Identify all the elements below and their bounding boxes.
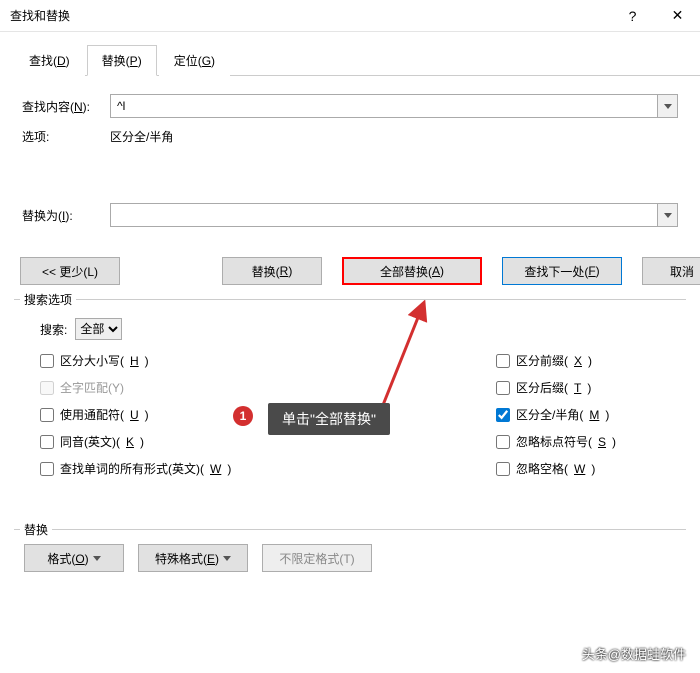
check-match-case[interactable]: 区分大小写(H)	[40, 352, 231, 369]
right-check-column: 区分前缀(X) 区分后缀(T) 区分全/半角(M) 忽略标点符号(S) 忽略空格…	[496, 352, 676, 477]
replace-button[interactable]: 替换(R)	[222, 257, 322, 285]
find-row: 查找内容(N):	[22, 94, 678, 118]
tab-find[interactable]: 查找(D)	[14, 45, 85, 76]
search-direction-row: 搜索: 全部	[40, 318, 676, 340]
check-all-forms[interactable]: 查找单词的所有形式(英文)(W)	[40, 460, 231, 477]
annotation-badge: 1	[233, 406, 253, 426]
check-ignore-punct[interactable]: 忽略标点符号(S)	[496, 433, 676, 450]
help-button[interactable]: ?	[610, 0, 655, 32]
check-fullhalf[interactable]: 区分全/半角(M)	[496, 406, 676, 423]
tab-replace[interactable]: 替换(P)	[87, 45, 157, 76]
format-button[interactable]: 格式(O)	[24, 544, 124, 572]
annotation-bubble: 单击"全部替换"	[268, 403, 390, 435]
main-button-row: << 更少(L) 替换(R) 全部替换(A) 查找下一处(F) 取消	[0, 247, 700, 299]
find-label: 查找内容(N):	[22, 98, 110, 115]
no-format-button: 不限定格式(T)	[262, 544, 372, 572]
replace-format-group: 替换 格式(O) 特殊格式(E) 不限定格式(T)	[14, 529, 686, 588]
cancel-button[interactable]: 取消	[642, 257, 700, 285]
options-label: 选项:	[22, 128, 110, 145]
window-title: 查找和替换	[10, 7, 70, 24]
replace-format-legend: 替换	[20, 521, 52, 538]
find-input[interactable]	[110, 94, 658, 118]
replace-label: 替换为(I):	[22, 207, 110, 224]
check-whole-word: 全字匹配(Y)	[40, 379, 231, 396]
find-dropdown-button[interactable]	[658, 94, 678, 118]
chevron-down-icon	[93, 556, 101, 561]
special-format-button[interactable]: 特殊格式(E)	[138, 544, 248, 572]
less-button[interactable]: << 更少(L)	[20, 257, 120, 285]
titlebar: 查找和替换 ? ✕	[0, 0, 700, 32]
check-sounds-like[interactable]: 同音(英文)(K)	[40, 433, 231, 450]
chevron-down-icon	[664, 213, 672, 218]
tab-strip: 查找(D) 替换(P) 定位(G)	[14, 44, 700, 76]
replace-row: 替换为(I):	[22, 203, 678, 227]
watermark: 头条@数据蛙软件	[582, 644, 686, 663]
search-direction-select[interactable]: 全部	[75, 318, 122, 340]
check-prefix[interactable]: 区分前缀(X)	[496, 352, 676, 369]
check-wildcards[interactable]: 使用通配符(U)	[40, 406, 231, 423]
replace-input[interactable]	[110, 203, 658, 227]
search-options-legend: 搜索选项	[20, 291, 76, 308]
left-check-column: 区分大小写(H) 全字匹配(Y) 使用通配符(U) 同音(英文)(K) 查找单词…	[40, 352, 231, 477]
chevron-down-icon	[223, 556, 231, 561]
check-suffix[interactable]: 区分后缀(T)	[496, 379, 676, 396]
tab-goto[interactable]: 定位(G)	[159, 45, 230, 76]
chevron-down-icon	[664, 104, 672, 109]
close-button[interactable]: ✕	[655, 0, 700, 32]
options-value: 区分全/半角	[110, 128, 173, 145]
search-direction-label: 搜索:	[40, 321, 67, 338]
options-row: 选项: 区分全/半角	[22, 128, 678, 145]
find-next-button[interactable]: 查找下一处(F)	[502, 257, 622, 285]
replace-all-button[interactable]: 全部替换(A)	[342, 257, 482, 285]
form-area: 查找内容(N): 选项: 区分全/半角 替换为(I):	[0, 76, 700, 247]
check-ignore-space[interactable]: 忽略空格(W)	[496, 460, 676, 477]
window-controls: ? ✕	[610, 0, 700, 32]
search-options-group: 搜索选项 搜索: 全部 区分大小写(H) 全字匹配(Y) 使用通配符(U) 同音…	[14, 299, 686, 499]
replace-dropdown-button[interactable]	[658, 203, 678, 227]
